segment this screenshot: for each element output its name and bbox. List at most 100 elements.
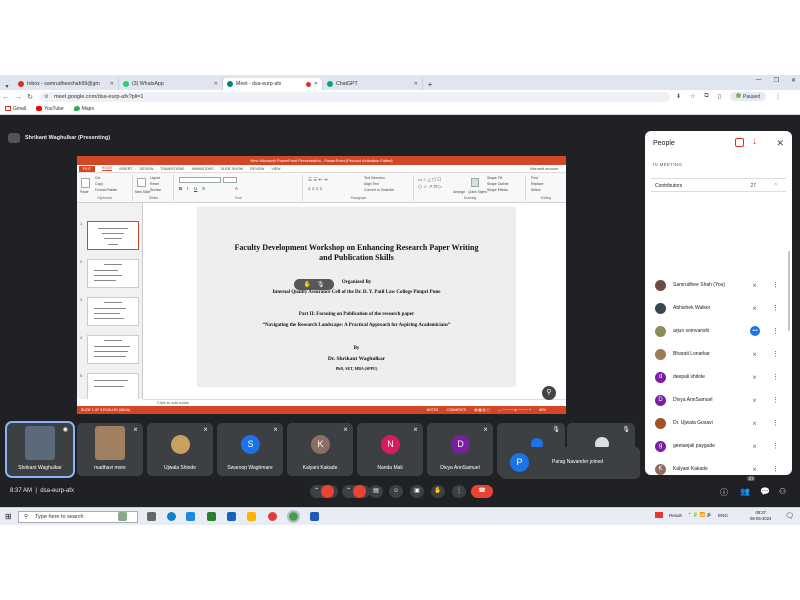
tab-chatgpt[interactable]: ChatGPT ✕ (323, 78, 423, 90)
leave-call-button[interactable]: ☎ (471, 485, 493, 498)
restore-icon[interactable]: ❐ (774, 77, 779, 84)
reload-icon[interactable]: ↻ (24, 93, 36, 101)
layout-button[interactable]: Layout (150, 176, 160, 180)
close-icon[interactable]: ✕ (414, 81, 418, 87)
font-color-icon[interactable]: A (235, 186, 238, 191)
participant-tile[interactable]: N ⨯ Nanda Mali (357, 423, 423, 476)
chevron-up-icon[interactable]: ⌃ (774, 179, 778, 193)
ppt-tab-slideshow[interactable]: SLIDE SHOW (221, 167, 244, 171)
excel-icon[interactable] (207, 512, 216, 521)
participant-tile[interactable]: ◉ Shrikant Waghulkar (5, 421, 75, 478)
mic-off-icon[interactable]: ⨯ (752, 282, 757, 289)
replace-button[interactable]: Replace (531, 182, 543, 186)
ppt-tab-insert[interactable]: INSERT (119, 167, 132, 171)
more-options-icon[interactable]: ⋮ (772, 281, 779, 289)
shape-fill-button[interactable]: Shape Fill (487, 176, 502, 180)
bookmark-maps[interactable]: Maps (73, 106, 94, 112)
participant-row[interactable]: D Divya AnnSamuel ⨯ ⋮ (655, 390, 785, 410)
paste-button[interactable]: Paste (80, 190, 89, 194)
mic-off-icon[interactable]: ⨯ (752, 420, 757, 427)
font-size-select[interactable] (223, 177, 237, 183)
slide-thumb-3[interactable] (87, 297, 139, 326)
taskbar-clock[interactable]: 08:37 06-05-2024 (750, 510, 771, 522)
shape-outline-button[interactable]: Shape Outline (487, 182, 509, 186)
zoom-slider[interactable]: — ─────●───── + (498, 406, 531, 414)
word-icon[interactable] (310, 512, 319, 521)
scrollbar[interactable] (788, 251, 790, 331)
edge-icon[interactable] (167, 512, 176, 521)
cut-button[interactable]: Cut (95, 176, 100, 180)
participant-row[interactable]: Samrudhee Shah (You) ⨯ ⋮ (655, 275, 785, 295)
slide-thumb-2[interactable] (87, 259, 139, 288)
tab-gmail[interactable]: Inbox - samrudheeshah99@gm ✕ (14, 78, 119, 90)
ppt-account[interactable]: Microsoft account (530, 167, 558, 171)
participant-row[interactable]: Abhishek Walker ⨯ ⋮ (655, 298, 785, 318)
participant-row[interactable]: Bharati Lonarkar ⨯ ⋮ (655, 344, 785, 364)
store-icon[interactable] (186, 512, 195, 521)
chrome-icon[interactable] (287, 510, 300, 523)
info-icon[interactable]: ⓘ (720, 487, 728, 498)
bold-icon[interactable]: B (179, 186, 182, 191)
section-button[interactable]: Section (150, 188, 161, 192)
close-icon[interactable]: ✕ (314, 81, 318, 87)
files-icon[interactable] (247, 512, 256, 521)
participant-row[interactable]: Dr. Ujwala Gosavi ⨯ ⋮ (655, 413, 785, 433)
cortana-icon[interactable] (118, 512, 127, 521)
close-window-icon[interactable]: ✕ (791, 77, 796, 84)
task-view-icon[interactable] (147, 512, 156, 521)
font-family-select[interactable] (179, 177, 221, 183)
menu-icon[interactable]: ⋮ (775, 93, 781, 100)
activities-icon[interactable]: ⚇ (779, 487, 786, 496)
mic-off-icon[interactable]: 🎙 (317, 281, 325, 288)
bullets-icon[interactable]: ☰ ☰ ⇤ ⇥ (308, 177, 327, 183)
close-icon[interactable]: ✕ (110, 81, 114, 87)
mic-off-icon[interactable]: ⨯ (752, 374, 757, 381)
forward-icon[interactable]: → (12, 94, 24, 101)
view-normal-icon[interactable]: ▤ ▦ ▥ ▢ (474, 406, 490, 414)
text-direction-button[interactable]: Text Direction (364, 176, 385, 180)
participant-tile[interactable]: S ⨯ Swaroop Waghmare (217, 423, 283, 476)
raise-hand-button[interactable]: ✋ (431, 485, 445, 498)
new-tab-button[interactable]: + (423, 80, 437, 89)
emoji-button[interactable]: ☺ (389, 485, 403, 498)
convert-smartart-button[interactable]: Convert to SmartArt (364, 188, 394, 192)
notifications-icon[interactable]: 🗨 (785, 512, 794, 520)
ppt-tab-review[interactable]: REVIEW (250, 167, 264, 171)
participant-tile[interactable]: D ⨯ Divya AnnSamuel (427, 423, 493, 476)
ppt-tab-transitions[interactable]: TRANSITIONS (160, 167, 184, 171)
zoom-magnifier-icon[interactable]: ⚲ (542, 386, 556, 400)
shape-effects-button[interactable]: Shape Effects (487, 188, 508, 192)
tray-icons[interactable]: ⌃ 🔋 📶 🔊 (688, 512, 712, 518)
mic-off-icon[interactable]: ⨯ (752, 305, 757, 312)
download-icon[interactable]: ⬇ (676, 93, 681, 100)
close-icon[interactable]: ✕ (214, 81, 218, 87)
site-info-icon[interactable]: ⚙ (44, 92, 48, 102)
more-options-icon[interactable]: ⋮ (772, 396, 779, 404)
select-button[interactable]: Select (531, 188, 540, 192)
mic-toggle-button[interactable]: ⌃ (310, 485, 338, 498)
ppt-tab-view[interactable]: VIEW (271, 167, 280, 171)
extensions-icon[interactable]: ⧉ (704, 93, 708, 100)
new-slide-button[interactable]: New Slide (135, 190, 150, 194)
mic-off-icon[interactable]: ⨯ (752, 443, 757, 450)
people-icon[interactable]: 👥 (740, 487, 750, 496)
pointer-icon[interactable]: ✋ (303, 281, 310, 288)
slide-thumb-1[interactable] (87, 221, 139, 250)
minimize-icon[interactable]: — (756, 77, 762, 84)
shapes-gallery[interactable]: ▭ ○ △ ⬠ ☐ (418, 177, 441, 183)
tab-meet[interactable]: Meet - dsa-eurp-afx ✕ (223, 78, 323, 90)
bookmark-youtube[interactable]: YouTube (36, 106, 64, 112)
mic-off-icon[interactable]: ⨯ (752, 466, 757, 473)
slide-thumb-4[interactable] (87, 335, 139, 364)
participant-row[interactable]: d deepali shitole ⨯ ⋮ (655, 367, 785, 387)
strikethrough-icon[interactable]: S (202, 186, 205, 191)
more-options-icon[interactable]: ⋮ (772, 350, 779, 358)
arrange-button[interactable]: Arrange (453, 190, 465, 194)
align-text-button[interactable]: Align Text (364, 182, 379, 186)
participant-row[interactable]: g geetanjali paygude ⨯ ⋮ (655, 436, 785, 456)
more-options-icon[interactable]: ⋮ (772, 327, 779, 335)
ppt-tab-file[interactable]: FILE (79, 165, 95, 172)
close-icon[interactable]: ✕ (776, 138, 784, 149)
ppt-tab-home[interactable]: HOME (101, 166, 113, 171)
mail-icon[interactable] (227, 512, 236, 521)
